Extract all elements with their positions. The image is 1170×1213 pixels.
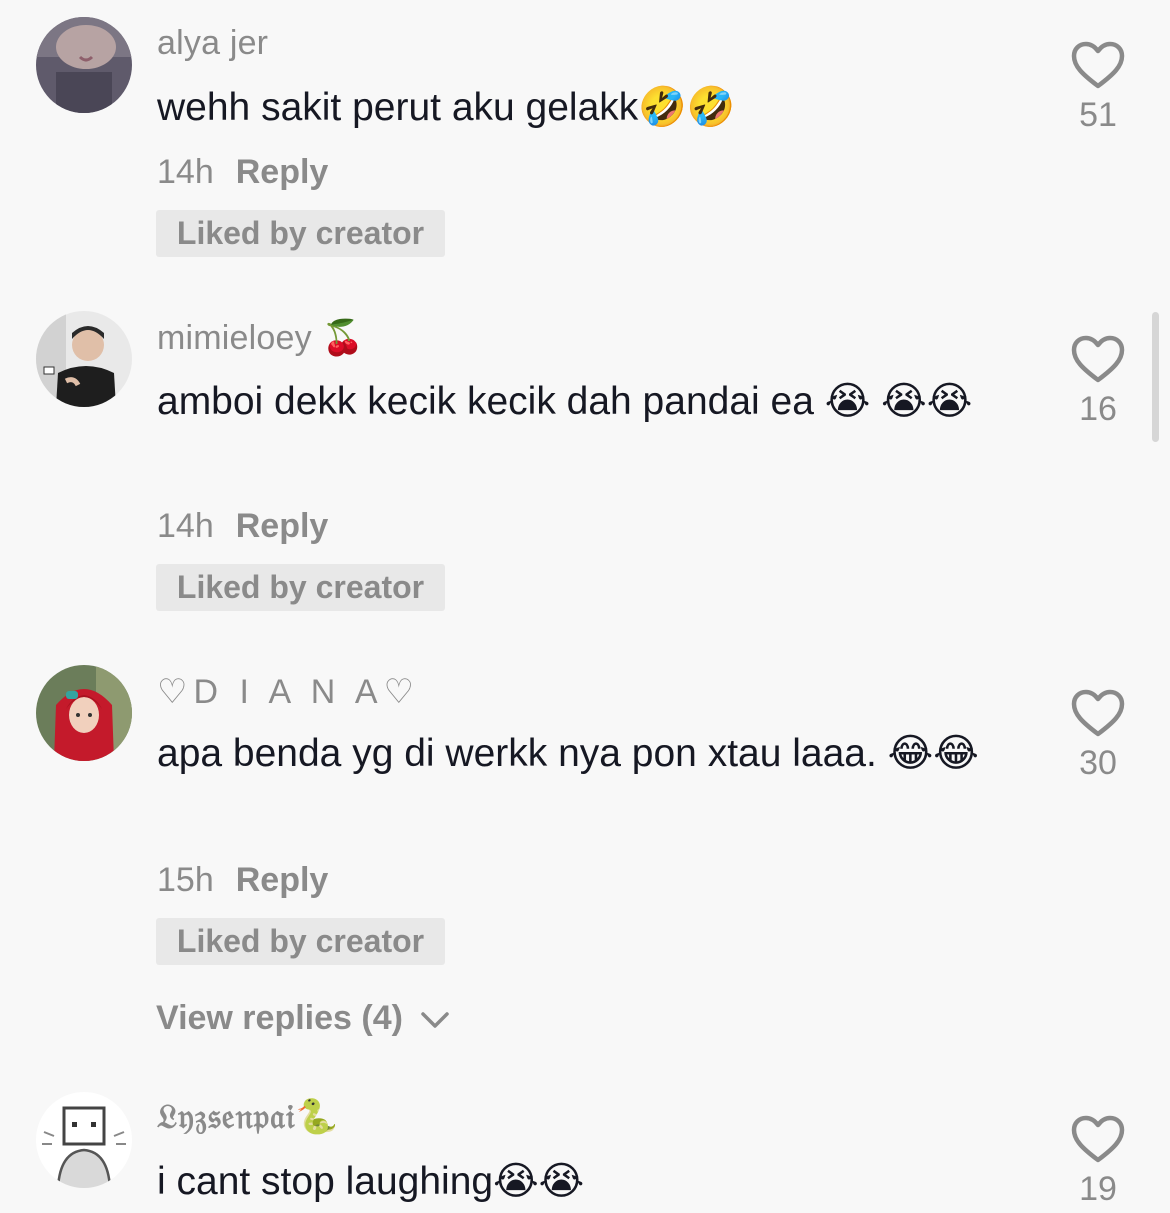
avatar[interactable]	[36, 1092, 132, 1188]
comment-meta: 14h Reply	[157, 507, 328, 546]
avatar[interactable]	[36, 17, 132, 113]
comment-text: apa benda yg di werkk nya pon xtau laaa.…	[157, 732, 979, 775]
heart-outline-icon	[1071, 41, 1125, 89]
comment-text: i cant stop laughing😭😭	[157, 1160, 585, 1203]
like-button[interactable]: 51	[1062, 40, 1134, 135]
comment-time: 14h	[157, 507, 214, 545]
like-count: 16	[1079, 390, 1117, 428]
comment-meta: 14h Reply	[157, 153, 328, 192]
reply-button[interactable]: Reply	[236, 153, 329, 191]
view-replies-label: View replies (4)	[156, 999, 403, 1037]
like-count: 19	[1079, 1170, 1117, 1208]
comment-time: 15h	[157, 861, 214, 899]
heart-outline-icon	[1071, 1115, 1125, 1163]
heart-outline-icon	[1071, 335, 1125, 383]
comment-time: 14h	[157, 153, 214, 191]
comment-username[interactable]: 𝔏𝔶𝔷𝔰𝔢𝔫𝔭𝔞𝔦🐍	[157, 1097, 339, 1137]
like-button[interactable]: 30	[1062, 688, 1134, 783]
view-replies-button[interactable]: View replies (4)	[156, 999, 450, 1038]
comment-meta: 15h Reply	[157, 861, 328, 900]
chevron-down-icon	[421, 1012, 450, 1028]
avatar[interactable]	[36, 665, 132, 761]
comment-username[interactable]: ♡D I A N A♡	[157, 672, 420, 712]
like-button[interactable]: 16	[1062, 334, 1134, 429]
liked-by-creator-badge: Liked by creator	[156, 564, 445, 611]
like-count: 51	[1079, 96, 1117, 134]
liked-by-creator-badge: Liked by creator	[156, 918, 445, 965]
comment-username[interactable]: mimieloey 🍒	[157, 318, 364, 358]
comment-text: wehh sakit perut aku gelakk🤣🤣	[157, 86, 736, 129]
comment-username[interactable]: alya jer	[157, 24, 268, 63]
comment-text: amboi dekk kecik kecik dah pandai ea 😭 😭…	[157, 380, 973, 423]
like-count: 30	[1079, 744, 1117, 782]
liked-by-creator-badge: Liked by creator	[156, 210, 445, 257]
heart-outline-icon	[1071, 689, 1125, 737]
reply-button[interactable]: Reply	[236, 861, 329, 899]
reply-button[interactable]: Reply	[236, 507, 329, 545]
like-button[interactable]: 19	[1062, 1114, 1134, 1209]
avatar[interactable]	[36, 311, 132, 407]
scrollbar[interactable]	[1152, 312, 1159, 442]
comment-list: alya jer wehh sakit perut aku gelakk🤣🤣 1…	[0, 0, 1170, 1213]
